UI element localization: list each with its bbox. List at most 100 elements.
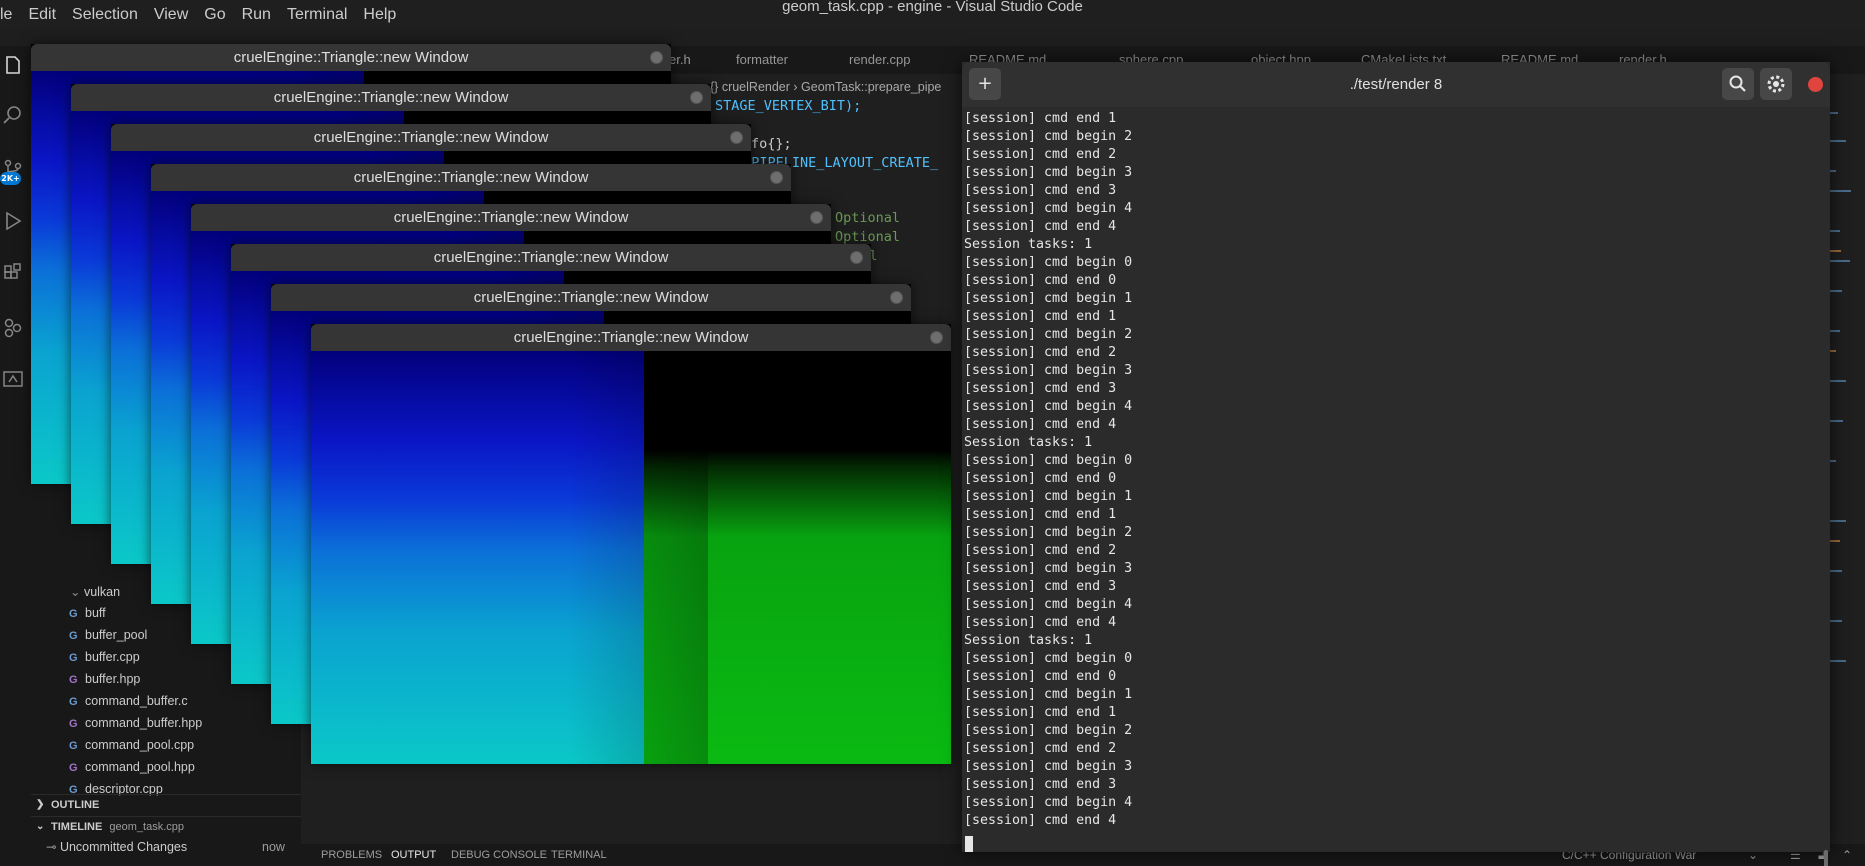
file-item[interactable]: Gcommand_pool.hpp — [69, 756, 195, 778]
menu-item-le[interactable]: le — [0, 6, 20, 24]
terminal-line: [session] cmd end 3 — [964, 777, 1117, 792]
terminal-line: [session] cmd begin 2 — [964, 129, 1133, 144]
vscode-titlebar: geom_task.cpp - engine - Visual Studio C… — [0, 0, 1865, 30]
terminal-line: [session] cmd end 0 — [964, 273, 1117, 288]
remote-explorer-icon[interactable] — [2, 368, 24, 390]
search-icon[interactable] — [1722, 68, 1754, 100]
close-icon[interactable] — [770, 171, 783, 184]
cpp-file-icon: G — [69, 740, 78, 752]
extensions-icon[interactable] — [2, 262, 24, 284]
render-window-title[interactable]: cruelEngine::Triangle::new Window — [271, 284, 911, 311]
render-window-title[interactable]: cruelEngine::Triangle::new Window — [231, 244, 871, 271]
close-icon[interactable] — [850, 251, 863, 264]
terminal-output[interactable]: [session] cmd end 1 [session] cmd begin 2… — [962, 107, 1830, 866]
terminal-scrollbar[interactable] — [1824, 850, 1828, 866]
gear-icon[interactable] — [1760, 68, 1792, 100]
editor-tab[interactable]: er.h — [669, 46, 691, 74]
render-window-title[interactable]: cruelEngine::Triangle::new Window — [71, 84, 711, 111]
panel-tab-debug-console[interactable]: DEBUG CONSOLE — [451, 844, 547, 866]
menu-item-help[interactable]: Help — [363, 6, 404, 24]
render-window-title[interactable]: cruelEngine::Triangle::new Window — [111, 124, 751, 151]
terminal-line: [session] cmd end 0 — [964, 471, 1117, 486]
menu-item-view[interactable]: View — [154, 6, 196, 24]
panel-tab-problems[interactable]: PROBLEMS — [321, 844, 382, 866]
panel-tab-output[interactable]: OUTPUT — [391, 844, 436, 866]
chevron-up-icon[interactable]: ⌃ — [1842, 844, 1852, 866]
file-item[interactable]: Gbuffer.hpp — [69, 668, 140, 690]
menu-bar: le Edit Selection View Go Run Terminal Help — [0, 0, 404, 30]
terminal-line: [session] cmd begin 4 — [964, 399, 1133, 414]
close-icon[interactable] — [890, 291, 903, 304]
terminal-line: [session] cmd end 1 — [964, 507, 1117, 522]
timeline-section-header[interactable]: ⌄ TIMELINE geom_task.cpp — [31, 816, 301, 836]
render-canvas — [311, 351, 951, 764]
close-icon[interactable] — [650, 51, 663, 64]
file-name: buffer.hpp — [85, 672, 141, 686]
cpp-header-file-icon: G — [69, 762, 78, 774]
close-icon[interactable] — [930, 331, 943, 344]
render-gradient-layer — [567, 351, 708, 764]
render-window[interactable]: cruelEngine::Triangle::new Window — [311, 324, 951, 764]
timeline-entry[interactable]: ⊸ Uncommitted Changes — [46, 836, 187, 858]
terminal-line: [session] cmd end 3 — [964, 579, 1117, 594]
editor-tab[interactable]: render.cpp — [849, 46, 910, 74]
render-window-title[interactable]: cruelEngine::Triangle::new Window — [151, 164, 791, 191]
close-icon[interactable] — [810, 211, 823, 224]
folder-vulkan[interactable]: ⌄ vulkan — [70, 581, 120, 603]
render-window-title[interactable]: cruelEngine::Triangle::new Window — [311, 324, 951, 351]
cmake-icon[interactable] — [2, 316, 24, 338]
file-name: buffer_pool — [85, 628, 148, 642]
run-debug-icon[interactable] — [2, 210, 24, 232]
terminal-line: [session] cmd end 4 — [964, 219, 1117, 234]
plus-icon[interactable]: + — [969, 68, 1001, 100]
terminal-line: [session] cmd begin 2 — [964, 525, 1133, 540]
file-item[interactable]: Gcommand_pool.cpp — [69, 734, 194, 756]
menu-item-terminal[interactable]: Terminal — [287, 6, 355, 24]
close-icon[interactable] — [1808, 77, 1823, 92]
editor-tab[interactable]: formatter — [736, 46, 788, 74]
cpp-header-file-icon: G — [69, 718, 78, 730]
file-name: buffer.cpp — [85, 650, 140, 664]
minimap[interactable] — [1826, 100, 1860, 840]
file-name: command_pool.cpp — [85, 738, 195, 752]
file-name: command_buffer.c — [85, 694, 188, 708]
commit-icon: ⊸ — [46, 840, 60, 854]
outline-section-header[interactable]: ❯ OUTLINE — [31, 794, 301, 814]
file-item[interactable]: Gbuff — [69, 602, 106, 624]
code-line: Optional — [835, 210, 901, 226]
terminal-line: [session] cmd begin 4 — [964, 597, 1133, 612]
terminal-cursor — [965, 836, 973, 852]
file-item[interactable]: Gcommand_buffer.c — [69, 690, 188, 712]
terminal-window[interactable]: ./test/render 8 + [session] cmd end 1 [se… — [962, 62, 1830, 866]
minimap-lines — [1826, 112, 1851, 662]
close-icon[interactable] — [730, 131, 743, 144]
file-item[interactable]: Gbuffer_pool — [69, 624, 147, 646]
terminal-line: [session] cmd begin 2 — [964, 327, 1133, 342]
terminal-line: [session] cmd begin 3 — [964, 165, 1133, 180]
terminal-line: [session] cmd end 2 — [964, 147, 1117, 162]
explorer-icon[interactable] — [2, 54, 24, 76]
chevron-down-icon: ⌄ — [36, 821, 45, 832]
terminal-line: [session] cmd end 2 — [964, 543, 1117, 558]
render-window-title[interactable]: cruelEngine::Triangle::new Window — [31, 44, 671, 71]
menu-item-selection[interactable]: Selection — [72, 6, 146, 24]
search-icon[interactable] — [2, 104, 24, 126]
chevron-right-icon: ❯ — [36, 799, 45, 810]
close-icon[interactable] — [690, 91, 703, 104]
file-name: command_buffer.hpp — [85, 716, 203, 730]
breadcrumb[interactable]: {} cruelRender › GeomTask::prepare_pipe — [710, 80, 941, 94]
terminal-line: Session tasks: 1 — [964, 435, 1093, 450]
menu-item-run[interactable]: Run — [242, 6, 279, 24]
terminal-line: [session] cmd begin 3 — [964, 561, 1133, 576]
file-item[interactable]: Gbuffer.cpp — [69, 646, 140, 668]
code-line: Optional — [835, 229, 901, 245]
menu-item-edit[interactable]: Edit — [28, 6, 64, 24]
cpp-file-icon: G — [69, 696, 78, 708]
menu-item-go[interactable]: Go — [204, 6, 233, 24]
file-item[interactable]: Gcommand_buffer.hpp — [69, 712, 202, 734]
render-window-title[interactable]: cruelEngine::Triangle::new Window — [191, 204, 831, 231]
code-line: STAGE_VERTEX_BIT); — [715, 98, 862, 114]
terminal-line: [session] cmd end 1 — [964, 309, 1117, 324]
cpp-file-icon: G — [69, 652, 78, 664]
panel-tab-terminal[interactable]: TERMINAL — [551, 844, 607, 866]
